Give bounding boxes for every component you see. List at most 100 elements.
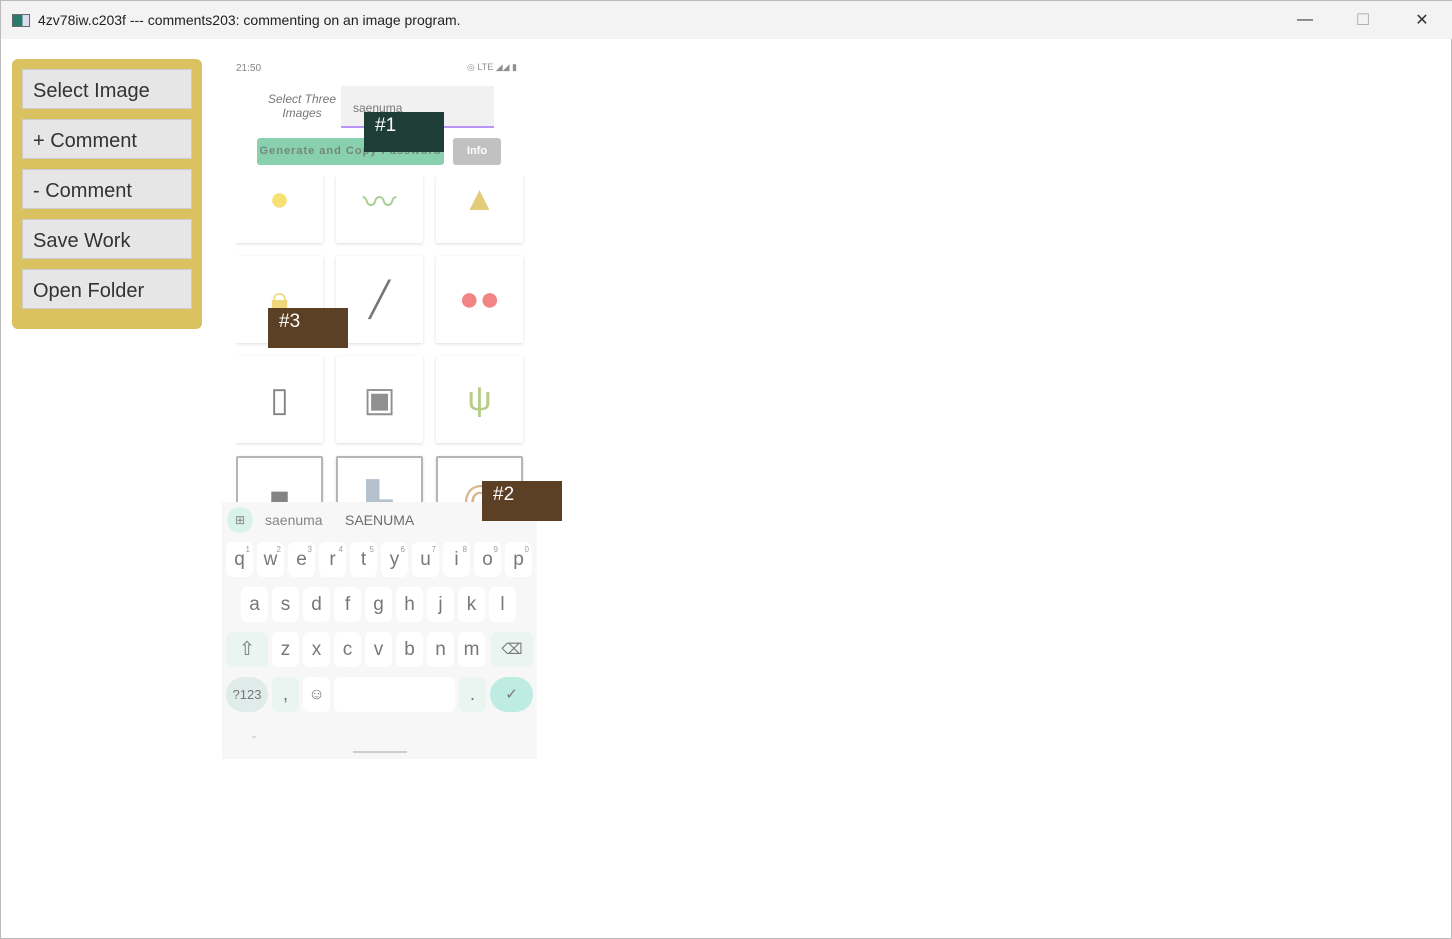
apps-icon[interactable]: ⊞ [227, 507, 253, 533]
key-m[interactable]: m [458, 632, 485, 667]
add-comment-button[interactable]: + Comment [22, 119, 192, 159]
key-w[interactable]: w2 [257, 542, 284, 577]
comment-marker-1[interactable]: #1 [364, 112, 444, 152]
key-u[interactable]: u7 [412, 542, 439, 577]
key-number-hint: 4 [338, 545, 343, 554]
key-label: z [280, 639, 291, 660]
key-y[interactable]: y6 [381, 542, 408, 577]
key-t[interactable]: t5 [350, 542, 377, 577]
image-tile-pen[interactable]: ╱ [336, 256, 423, 343]
nav-handle [353, 751, 407, 753]
image-tile-lightbulb[interactable]: ● [236, 177, 323, 243]
image-tile-peppers[interactable]: ●● [436, 256, 523, 343]
key-a[interactable]: a [241, 587, 268, 622]
comment-marker-3[interactable]: #3 [268, 308, 348, 348]
suggestion[interactable]: saenuma [265, 512, 323, 528]
image-tile-corn[interactable]: ▲ [436, 177, 523, 243]
key-label: p [513, 549, 524, 570]
window-title: 4zv78iw.c203f --- comments203: commentin… [38, 12, 461, 28]
key-label: g [373, 594, 384, 615]
image-tile-boots[interactable]: ▙ [336, 456, 423, 502]
key-f[interactable]: f [334, 587, 361, 622]
symbols-key[interactable]: ?123 [226, 677, 268, 712]
radio-icon: ▣ [363, 380, 396, 419]
key-label: f [344, 594, 351, 615]
lizards-icon: 〰 [362, 184, 397, 222]
collapse-keyboard-icon[interactable]: ⌄ [250, 730, 258, 741]
key-e[interactable]: e3 [288, 542, 315, 577]
key-label: j [438, 594, 443, 615]
peppers-icon: ●● [458, 280, 501, 318]
enter-check-key[interactable]: ✓ [490, 677, 533, 712]
key-number-hint: 5 [369, 545, 374, 554]
phone-screenshot[interactable]: 21:50 ◎ LTE ◢◢ ▮ Select Three Images sae… [222, 56, 537, 759]
key-o[interactable]: o9 [474, 542, 501, 577]
key-number-hint: 9 [493, 545, 498, 554]
period-key[interactable]: . [459, 677, 486, 712]
image-tile-t-shirt[interactable]: ■ [236, 456, 323, 502]
rice-icon: ψ [467, 380, 492, 418]
key-label: l [500, 594, 505, 615]
key-l[interactable]: l [489, 587, 516, 622]
corn-icon: ▲ [462, 180, 497, 218]
key-n[interactable]: n [427, 632, 454, 667]
lightbulb-icon: ● [269, 180, 290, 218]
key-label: r [329, 549, 336, 570]
key-number-hint: 0 [524, 545, 529, 554]
key-c[interactable]: c [334, 632, 361, 667]
key-number-hint: 8 [462, 545, 467, 554]
image-tile-rice[interactable]: ψ [436, 356, 523, 443]
minimize-button[interactable]: — [1276, 1, 1334, 39]
shift-key[interactable]: ⇧ [226, 632, 268, 667]
close-button[interactable]: ✕ [1393, 1, 1451, 39]
key-label: y [389, 549, 400, 570]
key-v[interactable]: v [365, 632, 392, 667]
key-number-hint: 7 [431, 545, 436, 554]
keyboard: ⊞ saenuma SAENUMA q1w2e3r4t5y6u7i8o9p0as… [222, 502, 537, 759]
key-z[interactable]: z [272, 632, 299, 667]
boots-icon: ▙ [366, 480, 393, 503]
title-bar: 4zv78iw.c203f --- comments203: commentin… [1, 1, 1452, 39]
remove-comment-button[interactable]: - Comment [22, 169, 192, 209]
backspace-key[interactable]: ⌫ [491, 632, 533, 667]
status-time: 21:50 [236, 63, 262, 74]
maximize-button[interactable]: ☐ [1334, 1, 1392, 39]
emoji-key[interactable]: ☺ [303, 677, 330, 712]
comment-marker-2[interactable]: #2 [482, 481, 562, 521]
select-image-button[interactable]: Select Image [22, 69, 192, 109]
open-folder-button[interactable]: Open Folder [22, 269, 192, 309]
status-icons: ◎ LTE ◢◢ ▮ [467, 62, 517, 72]
suggestion[interactable]: SAENUMA [345, 512, 414, 528]
key-label: i [454, 549, 459, 570]
key-number-hint: 6 [400, 545, 405, 554]
image-tile-phone[interactable]: ▯ [236, 356, 323, 443]
key-k[interactable]: k [458, 587, 485, 622]
space-key[interactable] [334, 677, 455, 712]
comma-key[interactable]: , [272, 677, 299, 712]
select-three-images-label: Select Three Images [267, 92, 337, 120]
key-h[interactable]: h [396, 587, 423, 622]
key-label: m [463, 639, 480, 660]
phone-icon: ▯ [270, 380, 289, 419]
image-tile-lizards[interactable]: 〰 [336, 177, 423, 243]
key-number-hint: 2 [276, 545, 281, 554]
key-label: a [249, 594, 260, 615]
key-g[interactable]: g [365, 587, 392, 622]
key-label: d [311, 594, 322, 615]
key-number-hint: 3 [307, 545, 312, 554]
key-label: n [435, 639, 446, 660]
image-tile-radio[interactable]: ▣ [336, 356, 423, 443]
app-icon [12, 13, 30, 27]
key-x[interactable]: x [303, 632, 330, 667]
key-q[interactable]: q1 [226, 542, 253, 577]
key-p[interactable]: p0 [505, 542, 532, 577]
save-work-button[interactable]: Save Work [22, 219, 192, 259]
key-r[interactable]: r4 [319, 542, 346, 577]
key-j[interactable]: j [427, 587, 454, 622]
key-label: w [263, 549, 278, 570]
info-button[interactable]: Info [453, 138, 501, 165]
key-d[interactable]: d [303, 587, 330, 622]
key-i[interactable]: i8 [443, 542, 470, 577]
key-b[interactable]: b [396, 632, 423, 667]
key-s[interactable]: s [272, 587, 299, 622]
